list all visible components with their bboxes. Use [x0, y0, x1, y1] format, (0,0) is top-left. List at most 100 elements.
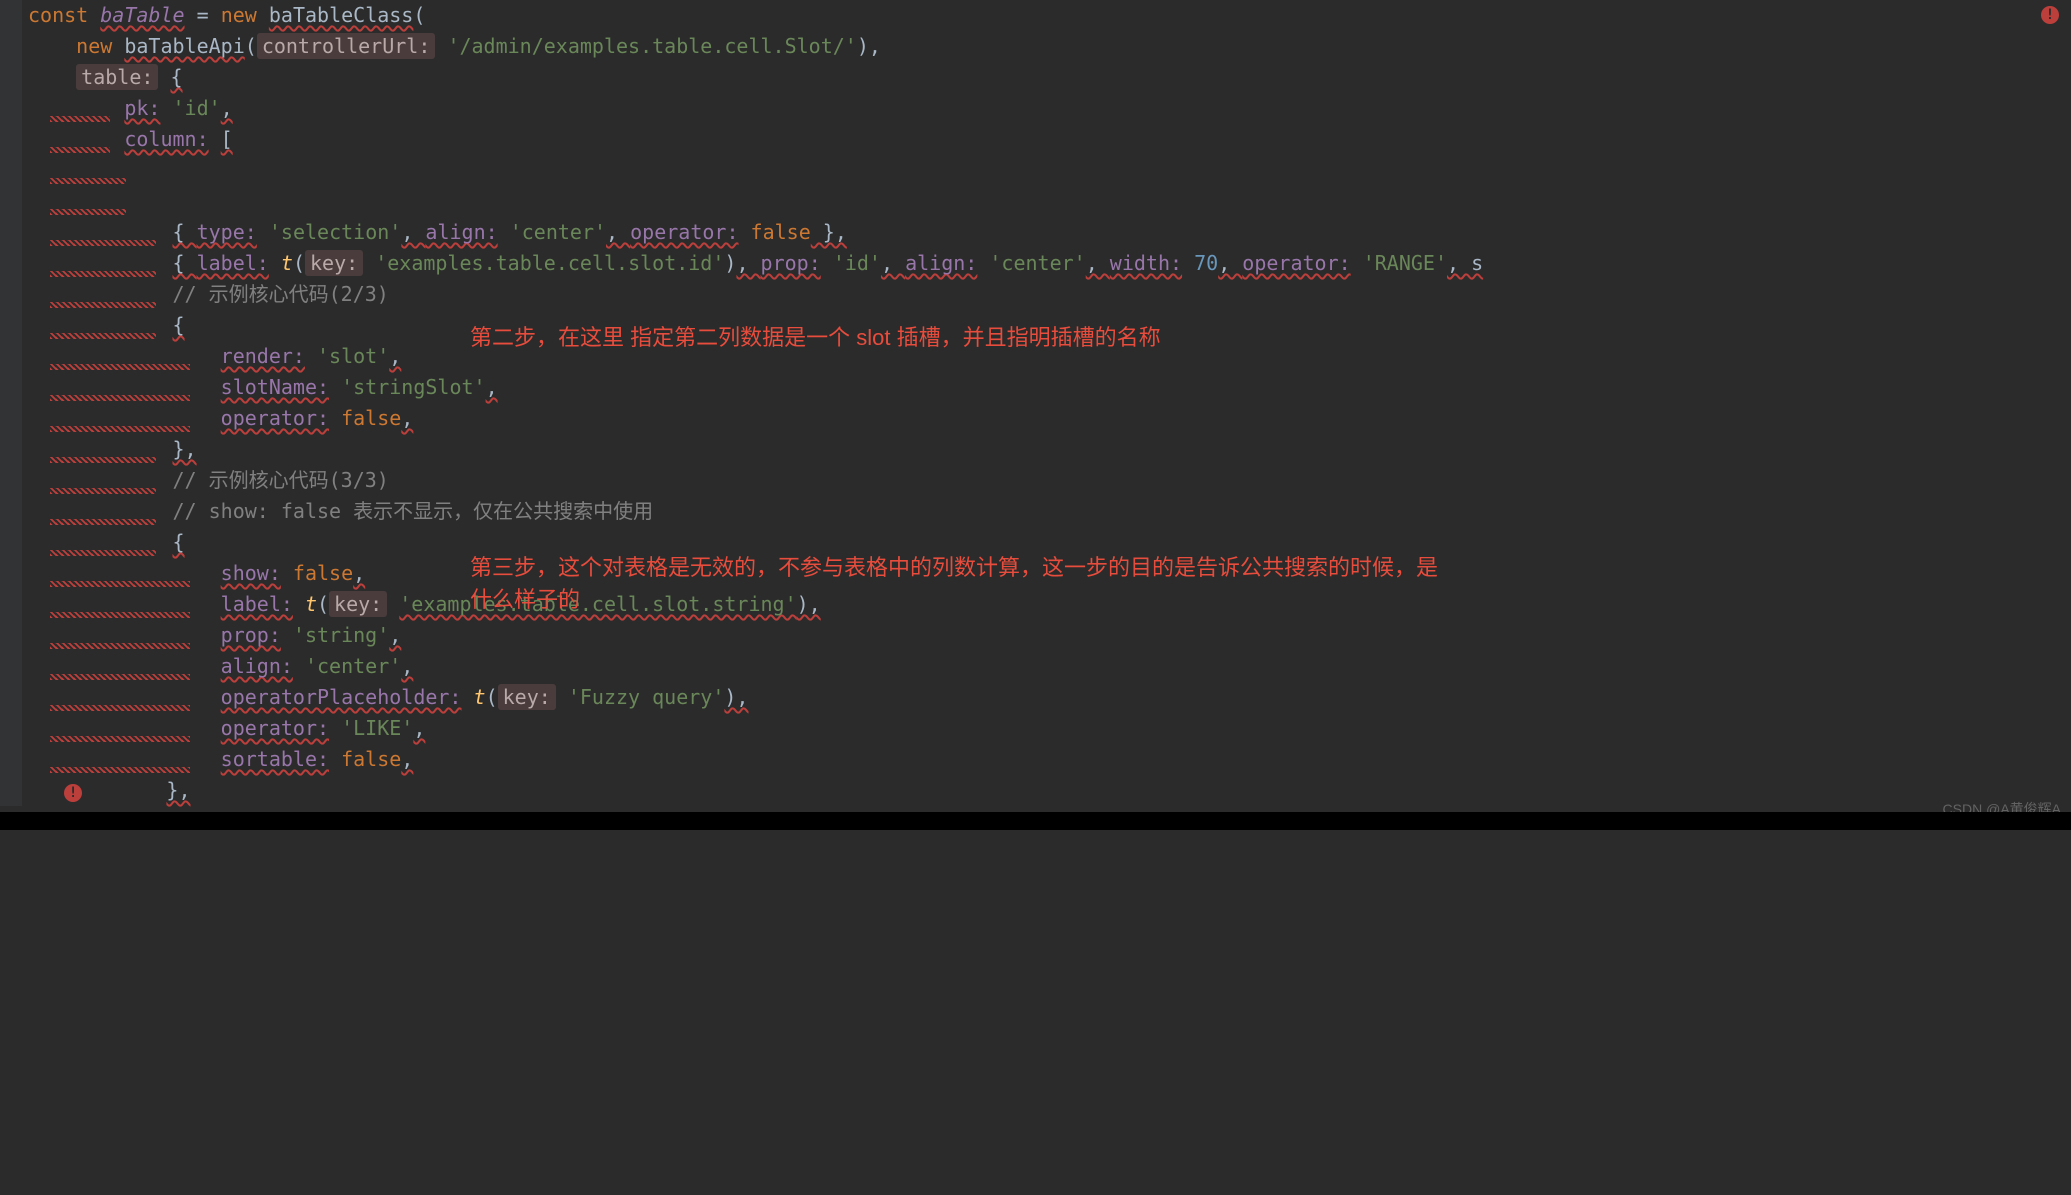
brace: {: [170, 65, 182, 89]
property: operator:: [221, 406, 329, 430]
param-hint: key:: [329, 591, 387, 617]
code-line[interactable]: // 示例核心代码(2/3): [22, 279, 2071, 310]
property: width:: [1110, 251, 1182, 275]
property: show:: [221, 561, 281, 585]
comma: ,: [389, 344, 401, 368]
code-line[interactable]: const baTable = new baTableClass(: [22, 0, 2071, 31]
function-call: t: [305, 592, 317, 616]
string: 'id': [173, 96, 221, 120]
code-line[interactable]: // show: false 表示不显示，仅在公共搜索中使用: [22, 496, 2071, 527]
property: pk:: [124, 96, 160, 120]
annotation-step2: 第二步，在这里 指定第二列数据是一个 slot 插槽，并且指明插槽的名称: [470, 322, 1161, 354]
bottom-bar: [0, 812, 2071, 830]
string: 'center': [305, 654, 401, 678]
brace: {: [173, 220, 197, 244]
string: 'center': [989, 251, 1085, 275]
bracket: [: [221, 127, 233, 151]
paren: ),: [724, 685, 748, 709]
comma: ,: [353, 561, 365, 585]
boolean: false: [751, 220, 811, 244]
property: align:: [905, 251, 977, 275]
code-line[interactable]: [22, 186, 2071, 217]
paren: (: [245, 34, 257, 58]
comma: ,: [401, 406, 413, 430]
function-call: t: [474, 685, 486, 709]
param-hint: controllerUrl:: [257, 33, 436, 59]
annotation-step3: 第三步，这个对表格是无效的，不参与表格中的列数计算，这一步的目的是告诉公共搜索的…: [470, 552, 1440, 616]
code-line[interactable]: prop: 'string',: [22, 620, 2071, 651]
property: operator:: [1242, 251, 1350, 275]
code-line[interactable]: ! },: [22, 775, 2071, 806]
code-line[interactable]: operatorPlaceholder: t(key: 'Fuzzy query…: [22, 682, 2071, 713]
string: 'slot': [317, 344, 389, 368]
class-name: baTableClass: [269, 3, 414, 27]
string: 'Fuzzy query': [568, 685, 725, 709]
boolean: false: [293, 561, 353, 585]
code-line[interactable]: column: [: [22, 124, 2071, 155]
property: slotName:: [221, 375, 329, 399]
code-line[interactable]: { label: t(key: 'examples.table.cell.slo…: [22, 248, 2071, 279]
code-line[interactable]: slotName: 'stringSlot',: [22, 372, 2071, 403]
comment: // 示例核心代码(2/3): [173, 282, 389, 306]
property: operator:: [630, 220, 738, 244]
function-call: t: [281, 251, 293, 275]
property: column:: [124, 127, 208, 151]
code-line[interactable]: operator: false,: [22, 403, 2071, 434]
property: operatorPlaceholder:: [221, 685, 462, 709]
property: operator:: [221, 716, 329, 740]
property: prop:: [221, 623, 281, 647]
number: 70: [1194, 251, 1218, 275]
comma: ,: [389, 623, 401, 647]
code-line[interactable]: operator: 'LIKE',: [22, 713, 2071, 744]
property: align:: [221, 654, 293, 678]
property: sortable:: [221, 747, 329, 771]
property: type:: [197, 220, 257, 244]
property: prop:: [761, 251, 821, 275]
brace: {: [173, 530, 185, 554]
comma: ,: [401, 654, 413, 678]
variable: baTable: [100, 3, 184, 27]
code-editor[interactable]: ! const baTable = new baTableClass( new …: [0, 0, 2071, 806]
code-line[interactable]: sortable: false,: [22, 744, 2071, 775]
property: label:: [197, 251, 269, 275]
class-name: baTableApi: [124, 34, 244, 58]
code-line[interactable]: // 示例核心代码(3/3): [22, 465, 2071, 496]
string: 'RANGE': [1363, 251, 1447, 275]
string: 'string': [293, 623, 389, 647]
keyword: const: [28, 3, 88, 27]
param-hint: key:: [305, 250, 363, 276]
property: label:: [221, 592, 293, 616]
string: 'LIKE': [341, 716, 413, 740]
property: align:: [425, 220, 497, 244]
brace: },: [811, 220, 847, 244]
code-line[interactable]: },: [22, 434, 2071, 465]
comment: // 示例核心代码(3/3): [173, 468, 389, 492]
comma: ,: [401, 747, 413, 771]
string: 'examples.table.cell.slot.id': [375, 251, 724, 275]
brace: {: [173, 251, 197, 275]
code-line[interactable]: [22, 155, 2071, 186]
code-line[interactable]: { type: 'selection', align: 'center', op…: [22, 217, 2071, 248]
comma: ,: [221, 96, 233, 120]
keyword: new: [221, 3, 257, 27]
comma: ,: [486, 375, 498, 399]
param-hint: key:: [498, 684, 556, 710]
string: 'center': [510, 220, 606, 244]
error-icon[interactable]: !: [64, 784, 82, 802]
paren: (: [413, 3, 425, 27]
code-line[interactable]: table: {: [22, 62, 2071, 93]
comment: // show: false 表示不显示，仅在公共搜索中使用: [173, 499, 654, 523]
keyword: new: [76, 34, 112, 58]
string: 'stringSlot': [341, 375, 486, 399]
property: render:: [221, 344, 305, 368]
gutter: [0, 0, 22, 806]
operator: =: [185, 3, 221, 27]
code-line[interactable]: new baTableApi(controllerUrl: '/admin/ex…: [22, 31, 2071, 62]
string: '/admin/examples.table.cell.Slot/': [447, 34, 856, 58]
string: 'selection': [269, 220, 401, 244]
string: 'id': [833, 251, 881, 275]
param-hint: table:: [76, 64, 158, 90]
code-line[interactable]: pk: 'id',: [22, 93, 2071, 124]
code-line[interactable]: align: 'center',: [22, 651, 2071, 682]
boolean: false: [341, 406, 401, 430]
